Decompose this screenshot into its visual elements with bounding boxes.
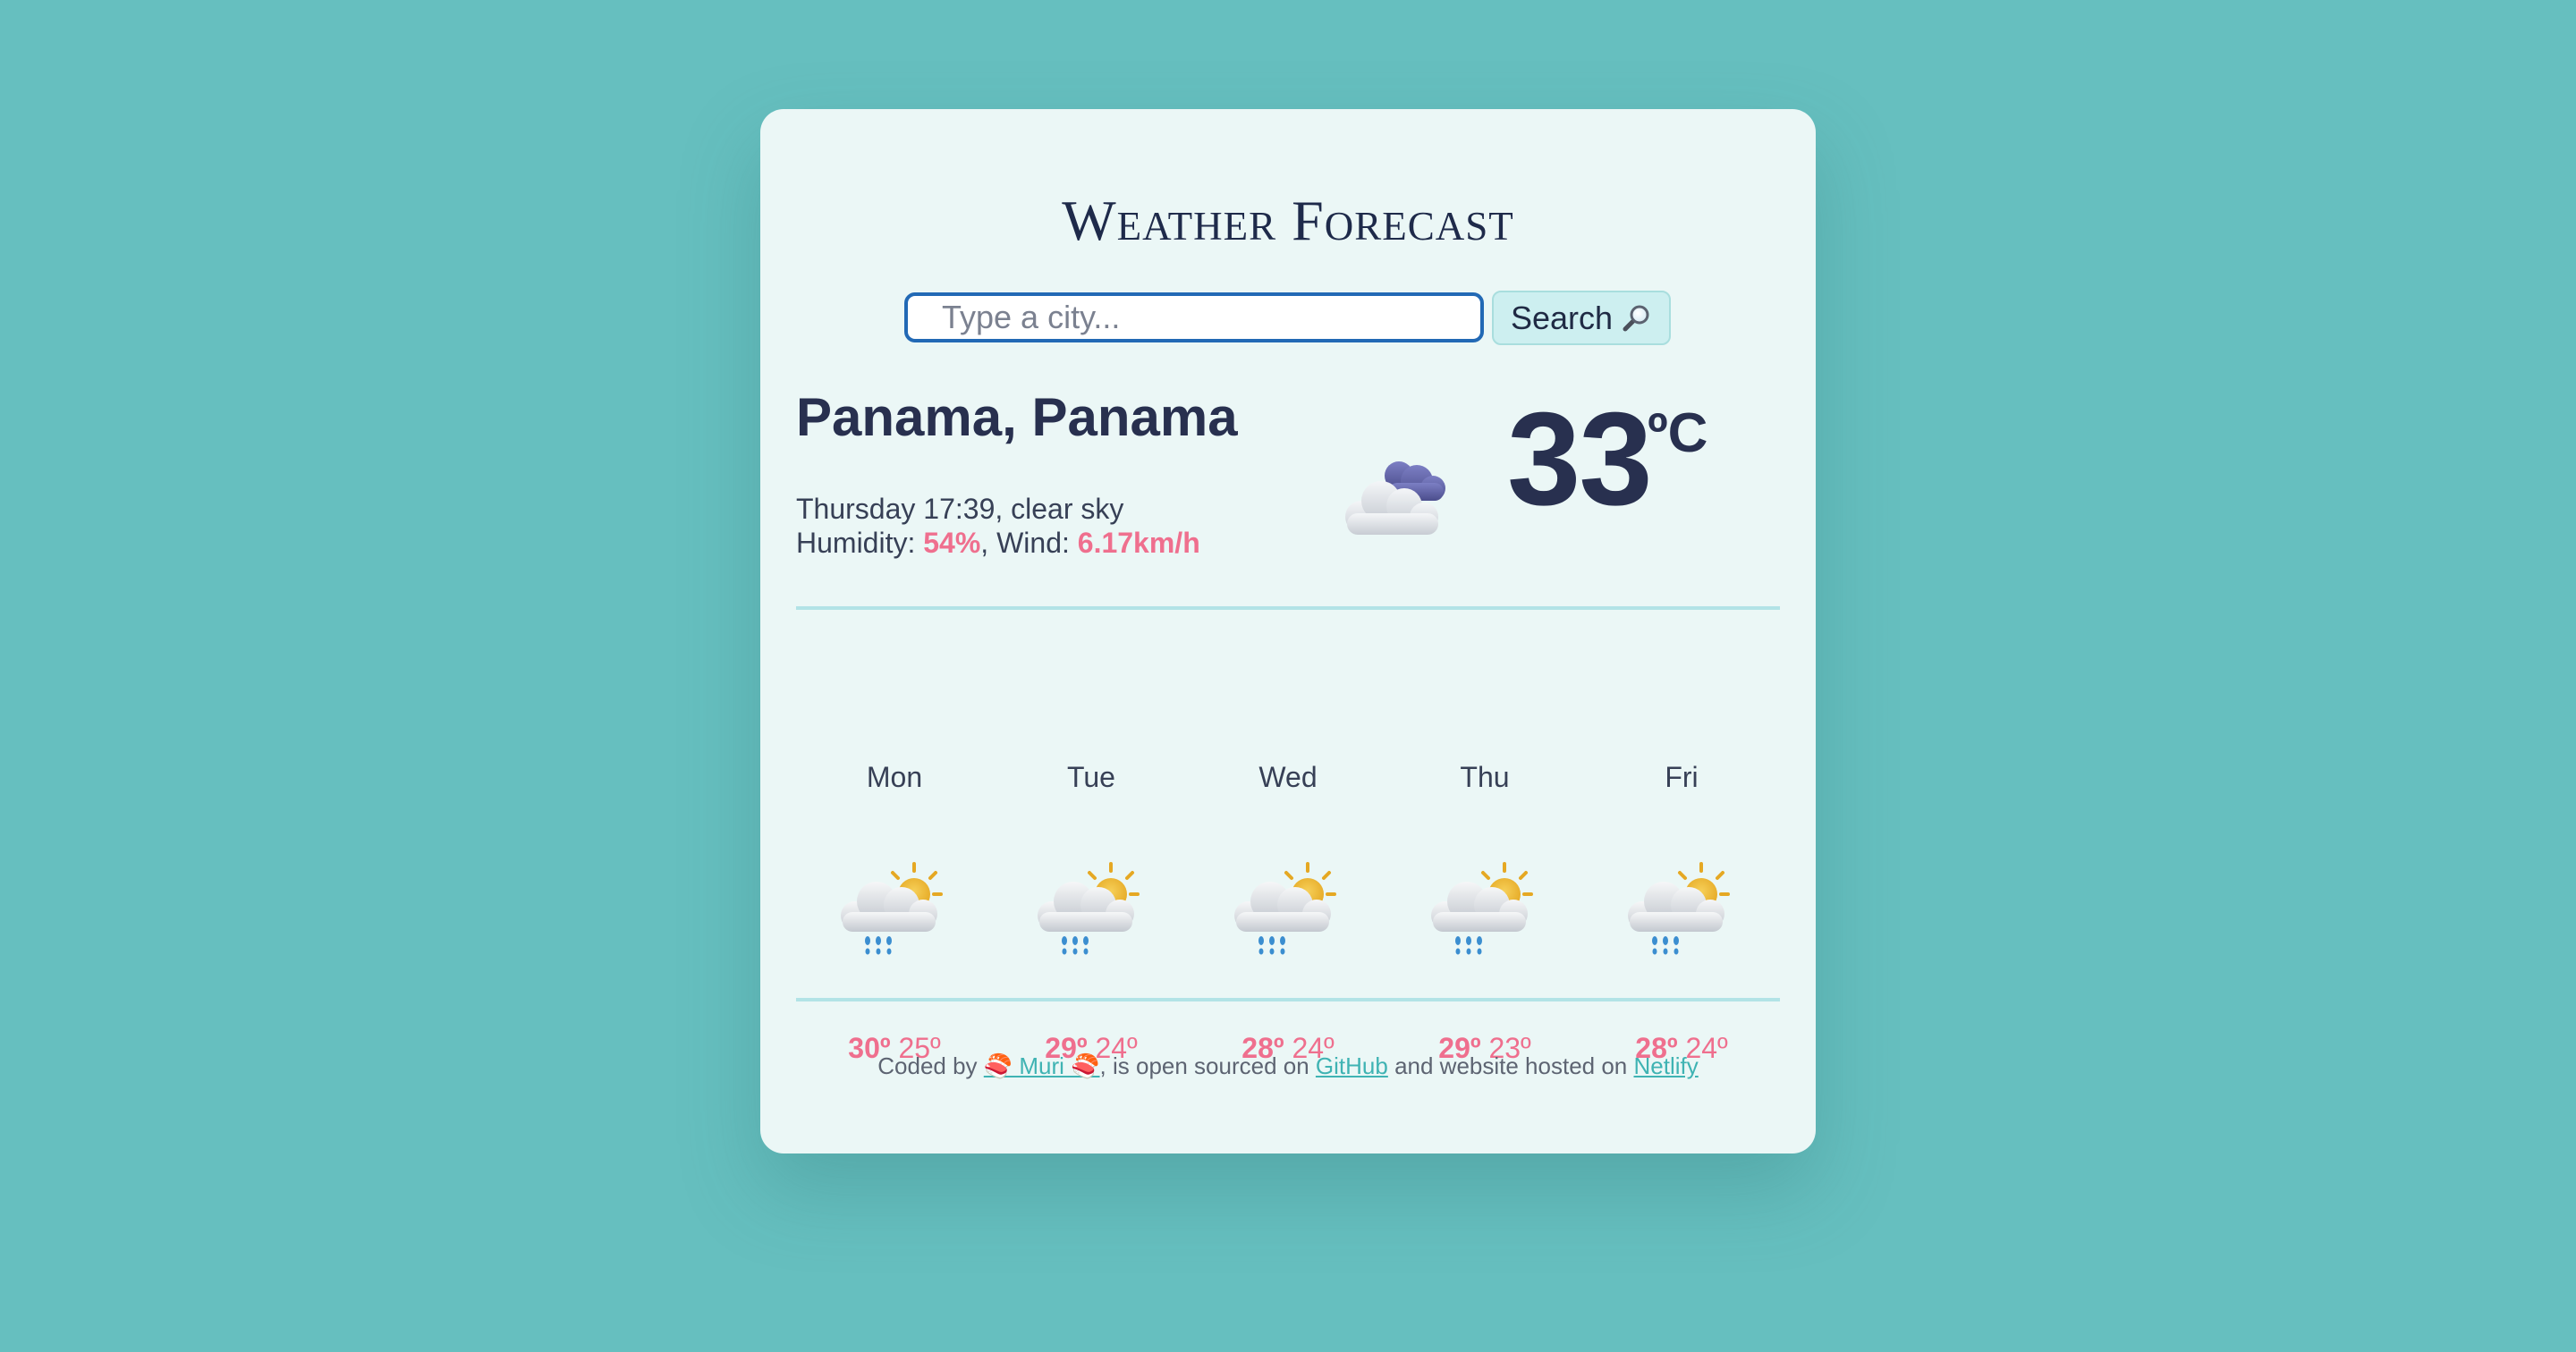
datetime-description: Thursday 17:39, clear sky [796, 493, 1124, 525]
temperature-unit: ºC [1648, 402, 1708, 464]
city-search-input[interactable] [904, 292, 1484, 342]
sun-cloud-rain-icon [1628, 862, 1730, 955]
humidity-label: Humidity: [796, 527, 924, 559]
netlify-link[interactable]: Netlify [1633, 1052, 1698, 1079]
footer-middle2: and website hosted on [1387, 1052, 1634, 1079]
forecast-day-name: Thu [1460, 761, 1510, 793]
forecast-day-name: Mon [866, 761, 923, 793]
search-button[interactable]: Search [1492, 291, 1671, 345]
divider-bottom [796, 998, 1780, 1001]
current-details: Thursday 17:39, clear sky Humidity: 54%,… [796, 492, 1200, 560]
author-link[interactable]: 🍣 Muri 🍣 [984, 1052, 1100, 1079]
sun-cloud-rain-icon [1431, 862, 1533, 955]
footer-prefix: Coded by [877, 1052, 984, 1079]
sun-cloud-rain-icon [841, 862, 943, 955]
footer: Coded by 🍣 Muri 🍣, is open sourced on Gi… [760, 1052, 1816, 1080]
forecast-day-name: Fri [1665, 761, 1699, 793]
search-button-label: Search [1510, 299, 1614, 336]
github-link[interactable]: GitHub [1316, 1052, 1388, 1079]
wind-value: 6.17km/h [1077, 527, 1200, 559]
city-name: Panama, Panama [796, 387, 1238, 447]
current-temperature: 33 [1507, 385, 1653, 533]
sun-cloud-rain-icon [1038, 862, 1140, 955]
humidity-wind-line: Humidity: 54%, Wind: 6.17km/h [796, 526, 1200, 560]
night-cloud-icon [1345, 461, 1445, 535]
wind-label: , Wind: [980, 527, 1078, 559]
app-title: Weather Forecast [1062, 189, 1514, 252]
humidity-value: 54% [923, 527, 981, 559]
forecast-day-name: Wed [1258, 761, 1318, 793]
weather-card: Weather Forecast Search Panama, Panama T… [760, 109, 1816, 1153]
footer-middle: , is open sourced on [1099, 1052, 1316, 1079]
forecast-day-name: Tue [1067, 761, 1115, 793]
divider-top [796, 606, 1780, 610]
magnifier-icon [1623, 305, 1649, 331]
sun-cloud-rain-icon [1234, 862, 1336, 955]
forecast-row: Mon 30º 25º Tue 29º 24º Wed 28º 24º Thu … [796, 646, 1780, 1075]
